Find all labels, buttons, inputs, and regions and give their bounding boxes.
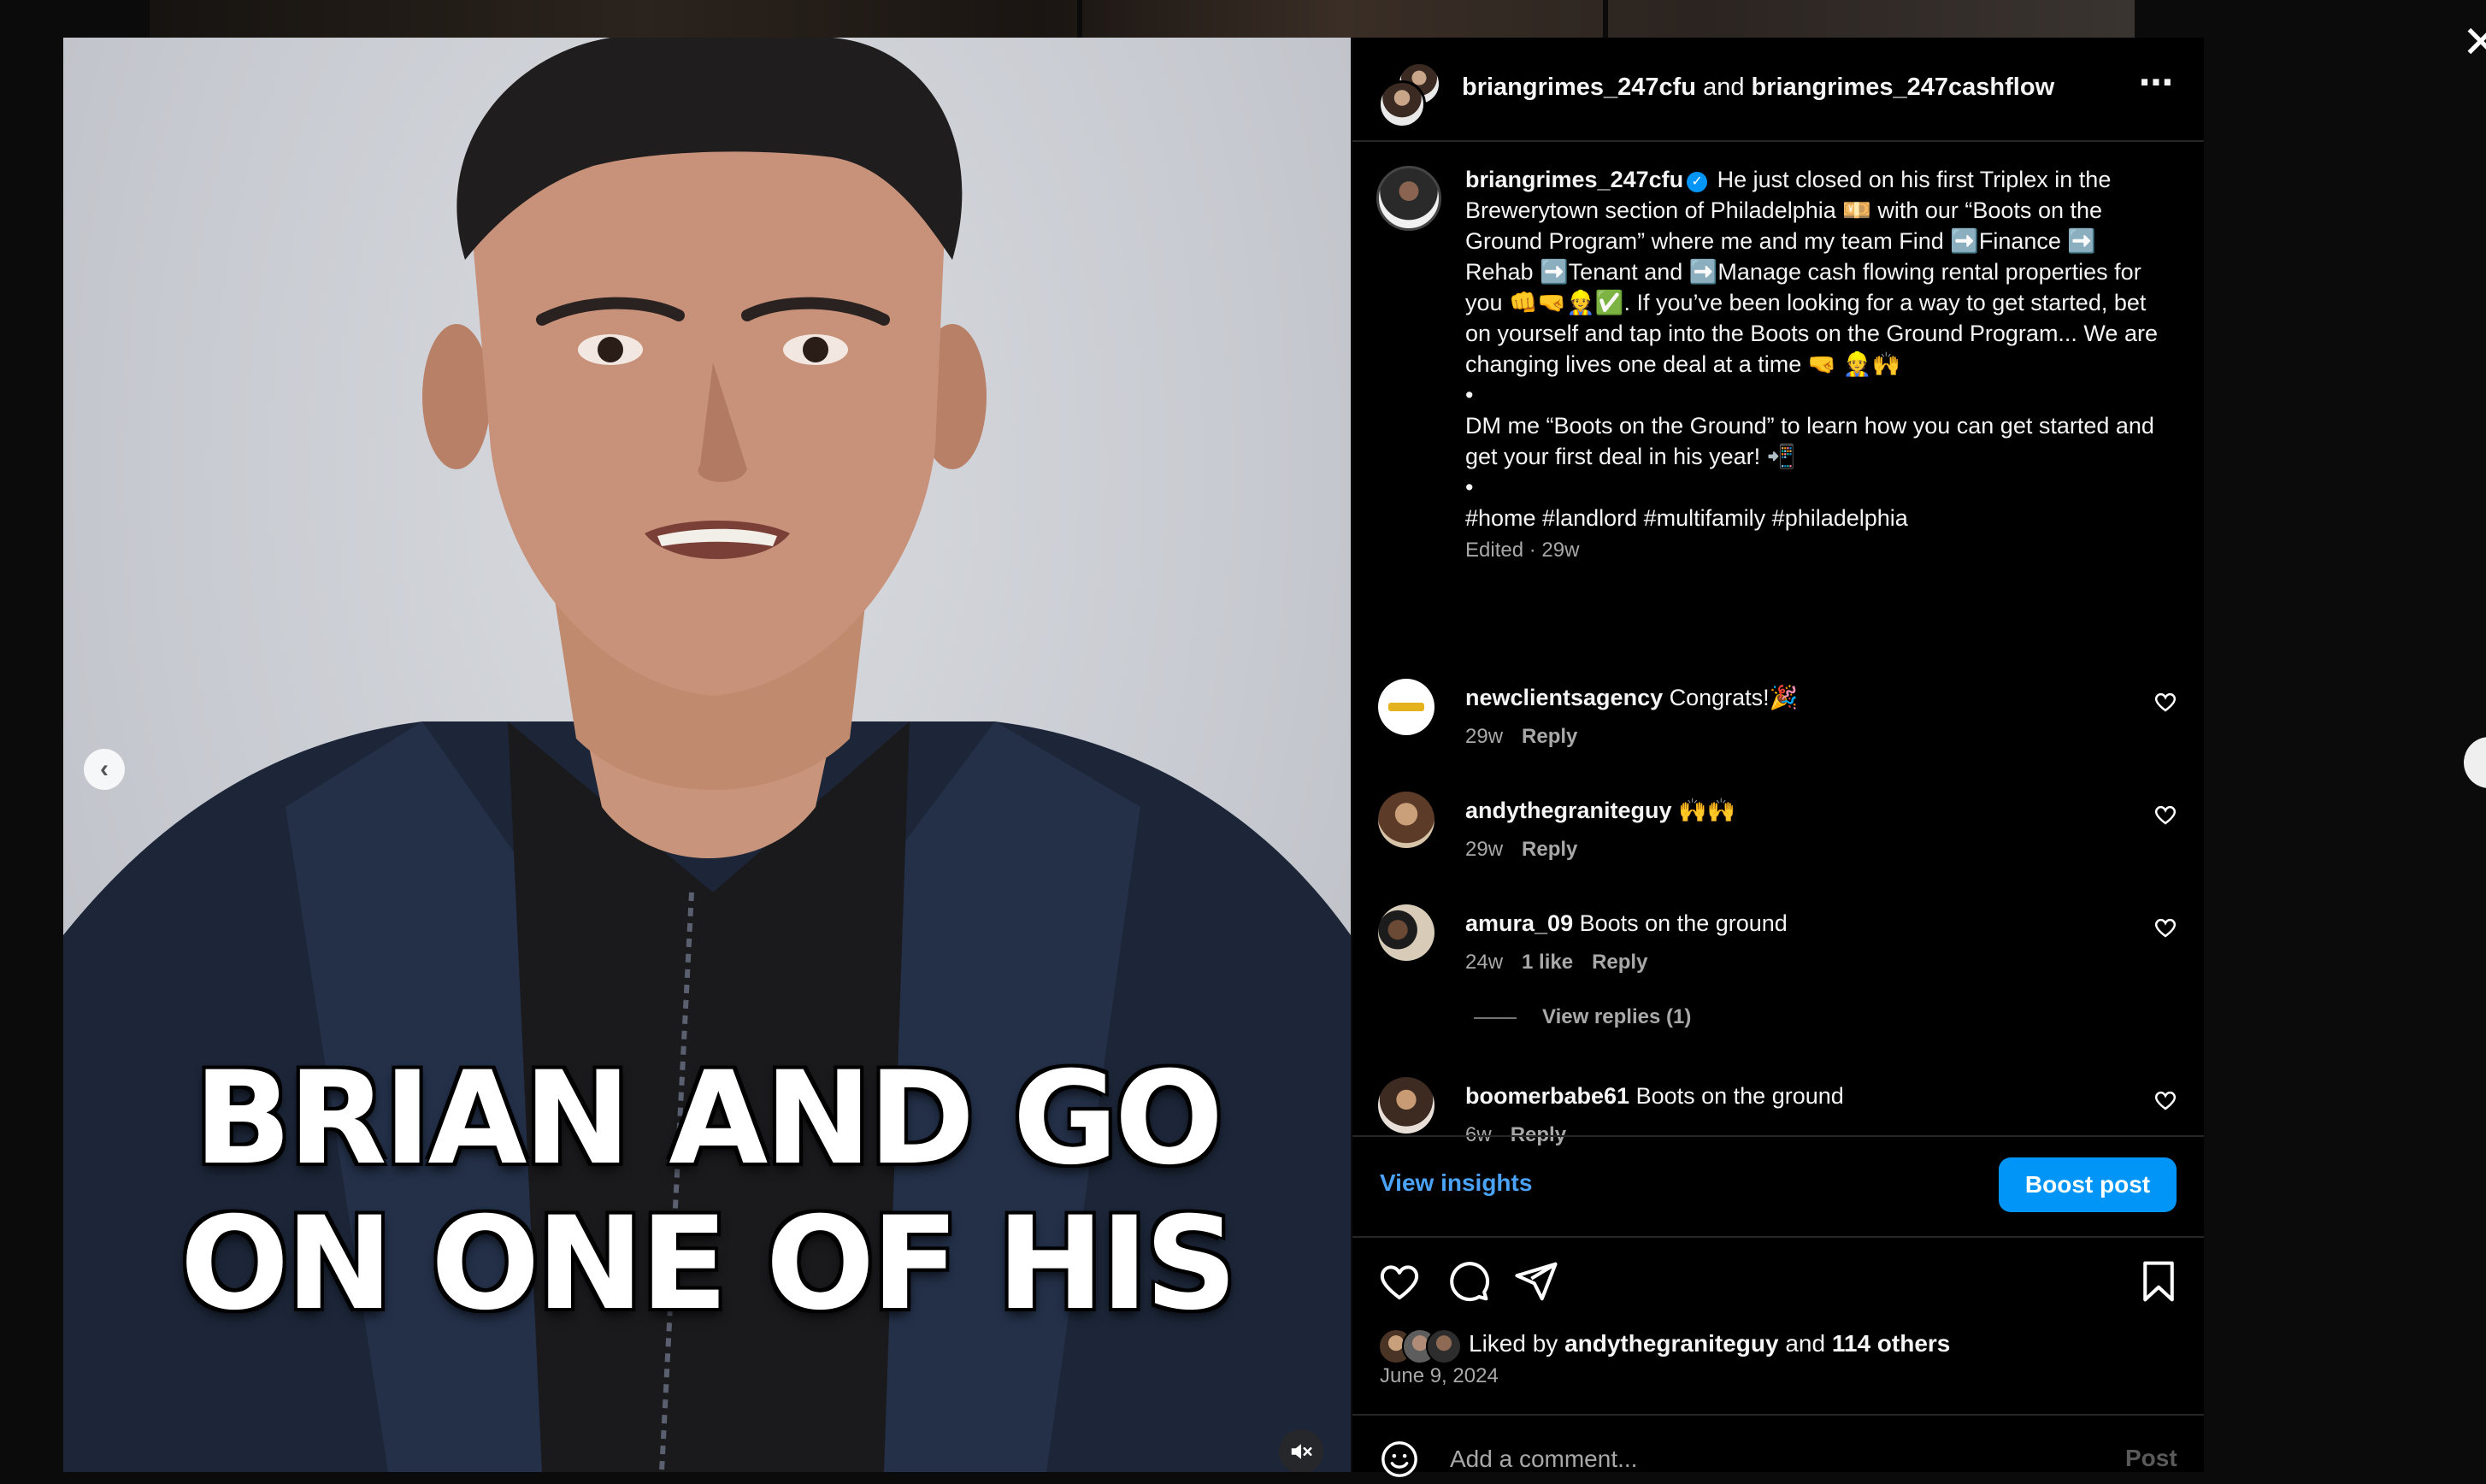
post-sidebar: briangrimes_247cfu and briangrimes_247ca…	[1352, 38, 2204, 1479]
liked-by-avatars[interactable]	[1378, 1328, 1464, 1364]
previous-media-button[interactable]: ‹	[84, 749, 125, 790]
reply-button[interactable]: Reply	[1522, 725, 1577, 748]
chevron-left-icon: ‹	[100, 755, 109, 783]
view-insights-link[interactable]: View insights	[1380, 1169, 1532, 1197]
smiley-icon[interactable]	[1380, 1440, 1419, 1479]
share-icon[interactable]	[1513, 1258, 1559, 1304]
avatar[interactable]	[1378, 1077, 1434, 1134]
reply-button[interactable]: Reply	[1592, 951, 1647, 974]
comment-item: newclientsagency Congrats!🎉 29w Reply	[1352, 679, 2204, 773]
heart-icon[interactable]	[2153, 802, 2178, 827]
post-actions	[1352, 1250, 2204, 1318]
post-header: briangrimes_247cfu and briangrimes_247ca…	[1352, 38, 2204, 142]
comment-time: 24w	[1465, 951, 1504, 974]
comment-composer: Post	[1352, 1414, 2204, 1484]
bookmark-icon[interactable]	[2135, 1258, 2182, 1304]
video-caption-overlay: BRIAN AND GO ON ONE OF HIS	[63, 1046, 1351, 1337]
comment-item: andythegraniteguy 🙌🙌 29w Reply	[1352, 792, 2204, 886]
liked-by-user-link[interactable]: andythegraniteguy	[1564, 1330, 1778, 1357]
more-options-icon[interactable]: ⋯	[2139, 66, 2175, 100]
boost-post-button[interactable]: Boost post	[1999, 1157, 2177, 1212]
post-date[interactable]: June 9, 2024	[1380, 1364, 1499, 1388]
comment-body: Congrats!🎉	[1669, 685, 1799, 710]
overlay-line-2: ON ONE OF HIS	[180, 1190, 1238, 1339]
avatar[interactable]	[1378, 792, 1434, 848]
background-post-strip	[150, 0, 2135, 38]
muted-speaker-icon	[1291, 1444, 1312, 1459]
comment-likes[interactable]: 1 like	[1522, 951, 1573, 974]
post-authors: briangrimes_247cfu and briangrimes_247ca…	[1462, 74, 2055, 101]
heart-icon[interactable]	[2153, 689, 2178, 715]
mute-toggle-button[interactable]	[1279, 1429, 1323, 1472]
caption-hashtags[interactable]: #home #landlord #multifamily #philadelph…	[1465, 505, 1908, 531]
comment-item: amura_09 Boots on the ground 24w 1 like Re…	[1352, 904, 2204, 1041]
collab-avatars[interactable]	[1378, 62, 1441, 128]
post-video[interactable]: ‹ BRIAN AND GO ON ONE OF HIS	[63, 38, 1351, 1472]
comment-time: 29w	[1465, 838, 1504, 861]
author-link[interactable]: briangrimes_247cashflow	[1752, 74, 2055, 101]
reply-button[interactable]: Reply	[1522, 838, 1577, 861]
avatar	[1426, 1328, 1462, 1364]
comment-username[interactable]: andythegraniteguy	[1465, 798, 1672, 823]
comment-body: Boots on the ground	[1635, 1083, 1844, 1109]
liked-by-others-link[interactable]: 114 others	[1832, 1330, 1951, 1357]
comment-icon[interactable]	[1445, 1258, 1491, 1304]
caption-username[interactable]: briangrimes_247cfu	[1465, 167, 1683, 192]
caption-meta: Edited · 29w	[1465, 539, 1580, 562]
heart-icon[interactable]	[1376, 1258, 1423, 1304]
close-icon[interactable]: ✕	[2462, 17, 2486, 68]
post-comment-button[interactable]: Post	[2125, 1445, 2177, 1472]
comment-username[interactable]: amura_09	[1465, 910, 1573, 936]
comment-username[interactable]: boomerbabe61	[1465, 1083, 1629, 1109]
comment-body: 🙌🙌	[1678, 798, 1736, 823]
overlay-line-1: BRIAN AND GO	[193, 1045, 1224, 1193]
avatar	[1378, 80, 1426, 128]
comment-username[interactable]: newclientsagency	[1465, 685, 1663, 710]
author-link[interactable]: briangrimes_247cfu	[1462, 74, 1696, 101]
next-post-button[interactable]	[2464, 737, 2486, 788]
comment-body: Boots on the ground	[1579, 910, 1788, 936]
avatar[interactable]	[1378, 679, 1434, 735]
avatar[interactable]	[1378, 904, 1434, 961]
comment-input[interactable]	[1448, 1440, 2050, 1479]
caption-text: briangrimes_247cfu ✓ He just closed on hi…	[1465, 167, 2158, 562]
heart-icon[interactable]	[2153, 915, 2178, 940]
heart-icon[interactable]	[2153, 1087, 2178, 1113]
avatar[interactable]	[1376, 166, 1441, 231]
view-replies-button[interactable]: View replies (1)	[1474, 1005, 1691, 1029]
verified-badge-icon: ✓	[1687, 172, 1708, 192]
comment-time: 29w	[1465, 725, 1504, 748]
insights-bar: View insights Boost post	[1352, 1135, 2204, 1238]
